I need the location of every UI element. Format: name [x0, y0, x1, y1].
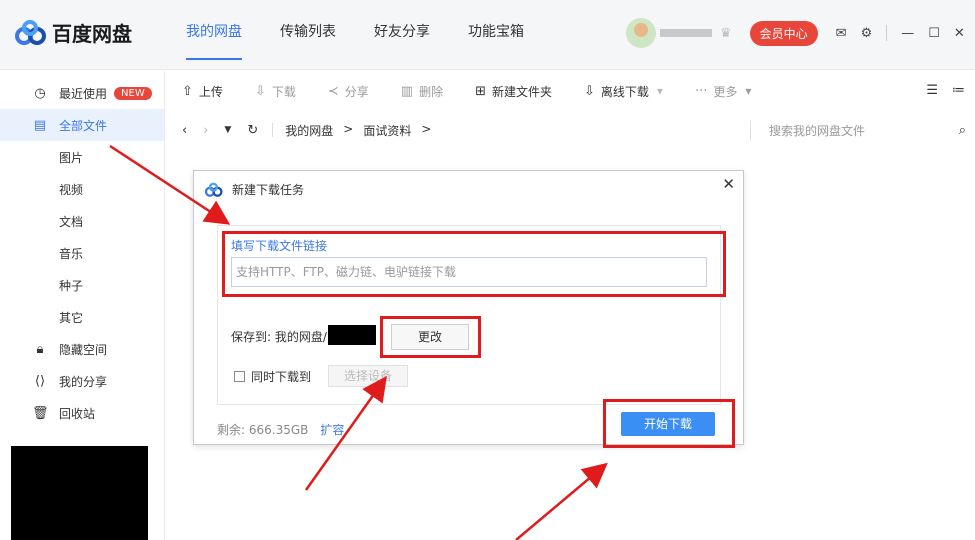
- dialog-title-bar: 新建下载任务: [204, 181, 304, 198]
- download-icon: ⇩: [254, 83, 266, 99]
- chevron-down-icon: ▾: [745, 84, 752, 98]
- clock-icon: ◷: [34, 85, 46, 101]
- main-nav: 我的网盘 传输列表 好友分享 功能宝箱: [186, 0, 562, 70]
- crown-icon: ♛: [720, 25, 732, 41]
- lock-icon: 🔒︎: [36, 341, 44, 357]
- trash-icon: ▥: [400, 83, 414, 99]
- file-icon: ▤: [33, 117, 47, 133]
- sidebar-item-hidden-space[interactable]: 🔒︎ 隐藏空间: [0, 333, 164, 365]
- sidebar-item-recycle-bin[interactable]: 🗑︎ 回收站: [0, 397, 164, 429]
- divider: [886, 25, 888, 41]
- minimize-icon[interactable]: —: [901, 26, 914, 41]
- choose-device-button[interactable]: 选择设备: [328, 365, 408, 387]
- back-icon[interactable]: ‹: [182, 123, 187, 138]
- forward-icon[interactable]: ›: [203, 123, 208, 138]
- upload-button[interactable]: ⇧ 上传: [182, 83, 223, 100]
- remaining-space: 剩余: 666.35GB 扩容: [217, 423, 345, 437]
- dropdown-icon[interactable]: ▼: [224, 125, 231, 135]
- share-button[interactable]: ≺ 分享: [328, 83, 369, 100]
- redacted-area: [11, 446, 148, 540]
- search-input[interactable]: 搜索我的网盘文件 ⌕: [750, 121, 966, 141]
- tab-toolbox[interactable]: 功能宝箱: [468, 0, 524, 70]
- sidebar-item-videos[interactable]: 视频: [0, 173, 164, 205]
- close-icon[interactable]: ✕: [722, 175, 735, 193]
- tab-transfer-list[interactable]: 传输列表: [280, 0, 336, 70]
- dialog-title: 新建下载任务: [232, 183, 305, 197]
- expand-link[interactable]: 扩容: [320, 423, 344, 437]
- app-title: 百度网盘: [52, 22, 132, 46]
- user-area: ♛ 会员中心 ✉ ⚙ — ☐ ✕: [626, 18, 965, 48]
- sidebar-item-docs[interactable]: 文档: [0, 205, 164, 237]
- window-controls: ✉ ⚙ — ☐ ✕: [836, 25, 965, 41]
- url-label: 填写下载文件链接: [231, 239, 328, 253]
- folder-plus-icon: ⊞: [475, 83, 486, 99]
- view-controls: ☰ ≔: [926, 83, 965, 98]
- new-folder-button[interactable]: ⊞ 新建文件夹: [475, 83, 552, 100]
- toolbar: ⇧ 上传 ⇩ 下载 ≺ 分享 ▥ 删除 ⊞ 新建文件夹 ⇩ 离线下载 ▾ ··· 更多 ▾ ☰ ≔: [166, 71, 975, 111]
- download-button[interactable]: ⇩ 下载: [255, 83, 296, 100]
- sim-download-row: 同时下载到: [234, 368, 311, 385]
- breadcrumb-separator: >: [421, 121, 432, 136]
- chevron-down-icon: ▾: [656, 84, 663, 98]
- share-icon: ⟨⟩: [34, 373, 46, 389]
- sidebar-item-all-files[interactable]: ▤ 全部文件: [0, 109, 164, 141]
- tab-friend-share[interactable]: 好友分享: [374, 0, 430, 70]
- search-icon[interactable]: ⌕: [959, 121, 966, 141]
- sidebar-item-music[interactable]: 音乐: [0, 237, 164, 269]
- breadcrumb-separator: >: [343, 121, 354, 136]
- tab-my-disk[interactable]: 我的网盘: [186, 0, 242, 70]
- app-logo: 百度网盘: [14, 18, 132, 47]
- change-path-button[interactable]: 更改: [391, 324, 469, 350]
- sidebar-item-other[interactable]: 其它: [0, 301, 164, 333]
- list-view-icon[interactable]: ≔: [952, 83, 965, 98]
- offline-download-button[interactable]: ⇩ 离线下载 ▾: [584, 83, 663, 100]
- ellipsis-icon: ···: [694, 83, 708, 99]
- sim-download-label: 同时下载到: [251, 370, 312, 384]
- maximize-icon[interactable]: ☐: [928, 26, 940, 41]
- sim-download-checkbox[interactable]: [234, 371, 245, 382]
- mail-icon[interactable]: ✉: [836, 26, 847, 41]
- save-path-redacted: [328, 325, 376, 345]
- top-bar: 百度网盘 我的网盘 传输列表 好友分享 功能宝箱 ♛ 会员中心 ✉ ⚙ — ☐ …: [0, 0, 975, 70]
- share-icon: ≺: [327, 83, 339, 99]
- upload-icon: ⇧: [182, 83, 193, 99]
- close-window-icon[interactable]: ✕: [954, 26, 965, 41]
- url-input[interactable]: [231, 257, 707, 287]
- trash-icon: 🗑︎: [32, 405, 49, 421]
- history-nav: ‹ › ▼ ↻: [182, 123, 258, 138]
- sidebar-item-torrents[interactable]: 种子: [0, 269, 164, 301]
- vip-center-button[interactable]: 会员中心: [749, 20, 818, 46]
- path-bar: ‹ › ▼ ↻ 我的网盘 > 面试资料 > 搜索我的网盘文件 ⌕: [166, 111, 975, 149]
- arrow-to-start-button: [515, 462, 608, 540]
- breadcrumb-my-disk[interactable]: 我的网盘: [285, 122, 333, 139]
- sort-icon[interactable]: ☰: [926, 83, 938, 98]
- start-download-button[interactable]: 开始下载: [621, 412, 715, 436]
- delete-button[interactable]: ▥ 删除: [401, 83, 443, 100]
- breadcrumb-interview-materials[interactable]: 面试资料: [363, 122, 411, 139]
- sidebar: ◷ 最近使用 NEW ▤ 全部文件 图片 视频 文档 音乐 种子 其它 🔒︎ 隐…: [0, 71, 165, 540]
- breadcrumb: 我的网盘 > 面试资料 >: [285, 122, 431, 139]
- divider: [272, 123, 274, 137]
- new-download-dialog: 新建下载任务 ✕ 填写下载文件链接 保存到: 我的网盘/ 更改 同时下载到 选择…: [193, 170, 744, 445]
- gear-icon[interactable]: ⚙: [861, 26, 873, 41]
- refresh-icon[interactable]: ↻: [247, 123, 258, 138]
- dialog-panel: 填写下载文件链接 保存到: 我的网盘/ 更改 同时下载到 选择设备: [217, 225, 721, 405]
- new-badge: NEW: [114, 86, 152, 100]
- sidebar-item-recent[interactable]: ◷ 最近使用 NEW: [0, 77, 164, 109]
- sidebar-item-images[interactable]: 图片: [0, 141, 164, 173]
- more-button[interactable]: ··· 更多 ▾: [695, 83, 751, 100]
- username-redacted: [660, 29, 712, 37]
- cloud-logo-icon: [204, 182, 223, 197]
- avatar[interactable]: [626, 18, 656, 48]
- save-to-label: 保存到: 我的网盘/: [231, 330, 327, 344]
- download-icon: ⇩: [584, 83, 595, 99]
- cloud-logo-icon: [15, 19, 46, 45]
- sidebar-item-my-shares[interactable]: ⟨⟩ 我的分享: [0, 365, 164, 397]
